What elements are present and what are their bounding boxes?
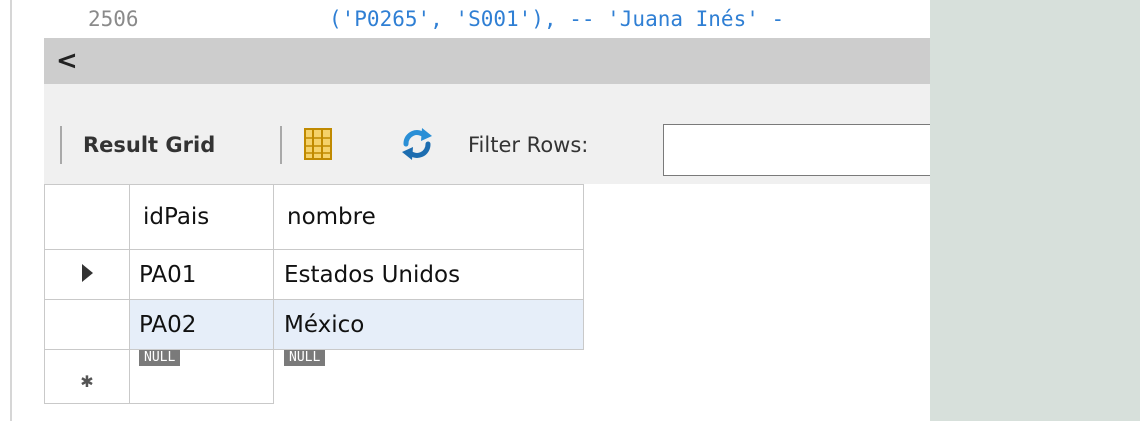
result-grid-table: idPais nombre PA01 Estados Unidos PA02 M…	[44, 184, 584, 404]
toolbar-separator	[60, 126, 62, 164]
sql-editor-line[interactable]: 2506 ('P0265', 'S001'), -- 'Juana Inés' …	[44, 0, 930, 34]
cell-nombre[interactable]: Estados Unidos	[273, 249, 584, 300]
cell-nombre[interactable]: México	[273, 299, 584, 350]
cell-idpais[interactable]: PA01	[129, 249, 274, 300]
row-selector[interactable]	[44, 299, 130, 350]
new-row-star-icon: ✱	[80, 372, 94, 391]
header-row: idPais nombre	[44, 184, 584, 250]
cell-idpais[interactable]: PA02	[129, 299, 274, 350]
refresh-icon[interactable]	[398, 126, 436, 162]
filter-rows-input[interactable]	[663, 124, 930, 176]
scroll-left-arrow-icon[interactable]: <	[56, 44, 86, 78]
code-text[interactable]: ('P0265', 'S001'), -- 'Juana Inés' -	[329, 8, 784, 30]
horizontal-scrollbar[interactable]	[44, 38, 930, 84]
left-border	[10, 0, 12, 421]
column-header-idpais[interactable]: idPais	[129, 184, 274, 250]
null-badge: NULL	[139, 350, 181, 366]
current-row-arrow-icon	[81, 263, 93, 282]
line-number: 2506	[88, 7, 139, 31]
table-row[interactable]: PA01 Estados Unidos	[44, 249, 584, 300]
null-badge: NULL	[284, 350, 326, 366]
filter-rows-label: Filter Rows:	[468, 133, 589, 157]
cell-idpais-null[interactable]: NULL	[129, 349, 274, 404]
column-header-nombre[interactable]: nombre	[273, 184, 584, 250]
cell-nombre-null[interactable]: NULL	[273, 349, 584, 404]
grid-layout-icon[interactable]	[303, 127, 333, 161]
result-grid-tab[interactable]: Result Grid	[83, 130, 215, 160]
side-panel	[930, 0, 1140, 421]
table-row[interactable]: PA02 México	[44, 299, 584, 350]
toolbar-separator	[280, 126, 282, 164]
row-selector[interactable]: ✱	[44, 349, 130, 404]
new-row[interactable]: ✱ NULL NULL	[44, 349, 584, 404]
row-header-corner	[44, 184, 130, 250]
row-selector[interactable]	[44, 249, 130, 300]
